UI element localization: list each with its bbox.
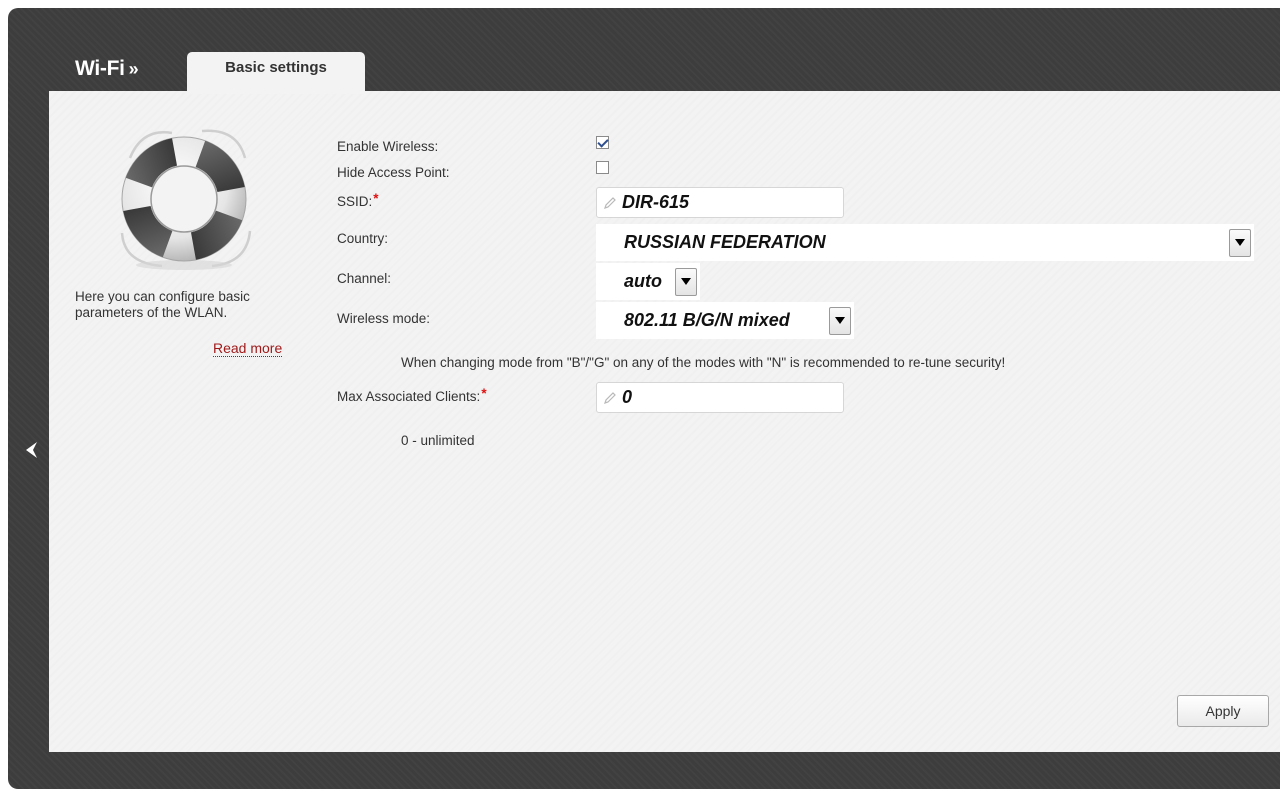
ssid-label: SSID:*: [337, 191, 379, 209]
channel-value: auto: [624, 271, 662, 291]
read-more-link[interactable]: Read more: [213, 340, 283, 357]
hide-access-point-checkbox[interactable]: [596, 161, 609, 174]
section-title: Wi-Fi»: [75, 57, 139, 81]
enable-wireless-checkbox[interactable]: [596, 136, 609, 149]
apply-button[interactable]: Apply: [1177, 695, 1269, 727]
pencil-icon: [604, 196, 616, 209]
section-title-text: Wi-Fi: [75, 57, 125, 80]
ssid-label-text: SSID:: [337, 194, 373, 209]
collapse-arrow-icon[interactable]: [22, 440, 42, 460]
channel-label: Channel:: [337, 271, 392, 286]
security-note: When changing mode from "B"/"G" on any o…: [401, 355, 1006, 370]
max-clients-value: 0: [622, 387, 633, 407]
channel-select[interactable]: auto: [596, 263, 700, 300]
tab-basic-settings[interactable]: Basic settings: [187, 52, 365, 94]
country-select[interactable]: RUSSIAN FEDERATION: [596, 224, 1254, 261]
wireless-mode-value: 802.11 B/G/N mixed: [624, 310, 790, 330]
max-clients-input[interactable]: 0: [596, 382, 844, 413]
hide-access-point-label: Hide Access Point:: [337, 165, 450, 180]
max-clients-label-text: Max Associated Clients:: [337, 389, 481, 404]
required-marker: *: [481, 386, 487, 401]
chevron-down-icon[interactable]: [1229, 228, 1251, 257]
country-value: RUSSIAN FEDERATION: [624, 232, 826, 252]
pencil-icon: [604, 391, 616, 404]
lifebuoy-icon: [120, 129, 252, 270]
country-label: Country:: [337, 231, 389, 246]
ssid-input[interactable]: DIR-615: [596, 187, 844, 218]
breadcrumb-separator: »: [128, 59, 139, 79]
enable-wireless-label: Enable Wireless:: [337, 139, 439, 154]
chevron-down-icon[interactable]: [829, 306, 851, 335]
page-description: Here you can configure basic parameters …: [75, 289, 250, 320]
max-clients-hint: 0 - unlimited: [401, 433, 475, 448]
wireless-mode-select[interactable]: 802.11 B/G/N mixed: [596, 302, 854, 339]
required-marker: *: [373, 191, 379, 206]
wireless-mode-label: Wireless mode:: [337, 311, 431, 326]
ssid-value: DIR-615: [622, 192, 690, 212]
chevron-down-icon[interactable]: [675, 267, 697, 296]
max-clients-label: Max Associated Clients:*: [337, 386, 487, 404]
